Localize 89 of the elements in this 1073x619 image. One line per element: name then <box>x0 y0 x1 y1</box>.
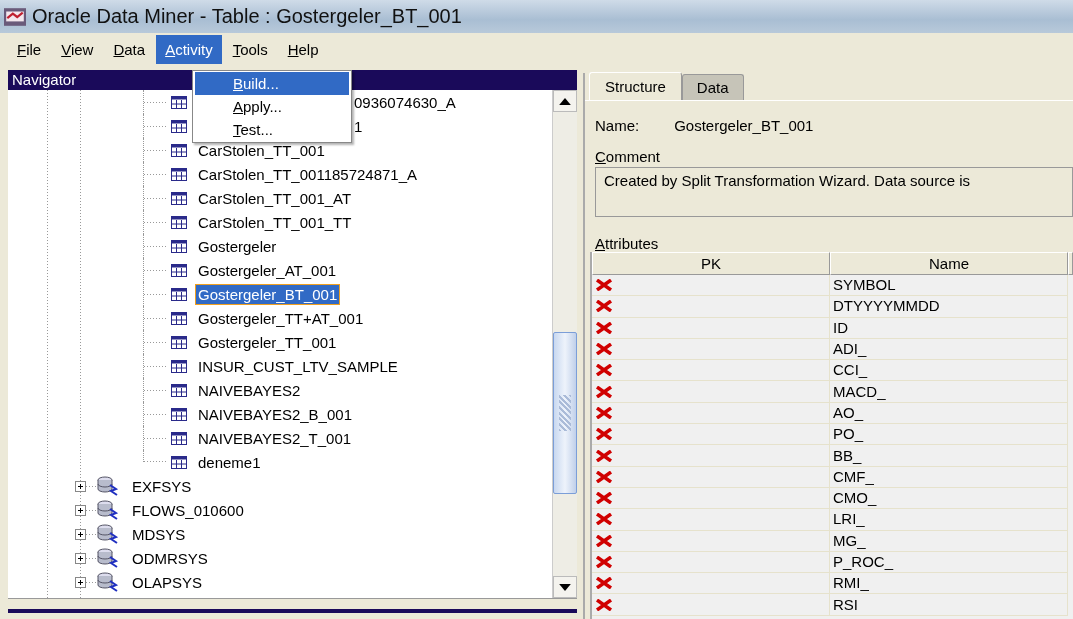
tree-item[interactable]: 1 <box>351 115 366 137</box>
table-icon <box>171 263 187 277</box>
table-icon <box>171 311 187 325</box>
expand-icon[interactable] <box>75 480 86 492</box>
menu-item[interactable]: Apply... <box>195 95 349 118</box>
tree-item[interactable]: Gostergeler <box>195 235 280 257</box>
table-icon <box>171 407 187 421</box>
database-icon <box>97 572 119 592</box>
tree-item[interactable]: CarStolen_TT_001_AT <box>195 187 355 209</box>
table-cell: MG_ <box>830 530 1068 552</box>
tree-item[interactable]: FLOWS_010600 <box>129 499 247 521</box>
window-title: Oracle Data Miner - Table : Gostergeler_BT_001 <box>32 5 462 28</box>
table-icon <box>171 239 187 253</box>
arrow-down-icon <box>559 583 571 591</box>
tab[interactable]: Data <box>681 74 744 100</box>
tree-item[interactable]: Gostergeler_TT_001 <box>195 331 340 353</box>
tree-item[interactable]: OLAPSYS <box>129 571 206 593</box>
scroll-thumb[interactable] <box>553 332 577 494</box>
tree-item[interactable]: NAIVEBAYES2_T_001 <box>195 427 355 449</box>
app-icon <box>4 7 26 26</box>
comment-field[interactable]: Created by Split Transformation Wizard. Data source is <box>595 167 1073 217</box>
tree-item[interactable]: NAIVEBAYES2 <box>195 379 304 401</box>
table-icon <box>171 359 187 373</box>
table-cell: ID <box>830 317 1068 339</box>
tree-item[interactable]: NAIVEBAYES2_B_001 <box>195 403 355 425</box>
tree-item[interactable]: Gostergeler_AT_001 <box>195 259 340 281</box>
table-cell: DTYYYYMMDD <box>830 296 1068 318</box>
name-label: Name: <box>595 117 640 134</box>
menu-item[interactable]: File <box>8 34 51 64</box>
attributes-label: Attributes <box>594 235 660 252</box>
table-cell: CMF_ <box>830 466 1068 488</box>
table-cell: CMO_ <box>830 487 1068 510</box>
tree-item[interactable]: INSUR_CUST_LTV_SAMPLE <box>195 355 401 377</box>
table-icon <box>171 167 187 181</box>
table-icon <box>171 287 187 301</box>
tree-item[interactable]: 0936074630_A <box>351 91 459 113</box>
table-cell: PO_ <box>830 424 1068 446</box>
table-icon <box>171 143 187 157</box>
menu-item[interactable]: Help <box>278 34 328 64</box>
scroll-up-button[interactable] <box>553 90 577 112</box>
table-cell: P_ROC_ <box>830 551 1068 574</box>
table-icon <box>171 455 187 469</box>
tab[interactable]: Structure <box>589 72 682 100</box>
tree-item[interactable]: Gostergeler_TT+AT_001 <box>195 307 367 329</box>
tree-item[interactable]: deneme1 <box>195 451 264 473</box>
table-cell: CCI_ <box>830 360 1068 382</box>
tree-item[interactable]: EXFSYS <box>129 475 195 497</box>
table-cell: BB_ <box>830 445 1068 467</box>
tree-item[interactable]: CarStolen_TT_001 <box>195 139 328 161</box>
arrow-up-icon <box>559 97 571 105</box>
table-icon <box>171 95 187 109</box>
menu-item[interactable]: Data <box>104 34 155 64</box>
table-cell: MACD_ <box>830 381 1068 403</box>
table-cell: AO_ <box>830 402 1068 425</box>
table-cell: LRI_ <box>830 509 1068 531</box>
database-icon <box>97 476 119 496</box>
database-icon <box>97 524 119 544</box>
menu-item[interactable]: Tools <box>223 34 277 64</box>
expand-icon[interactable] <box>75 552 86 564</box>
expand-icon[interactable] <box>75 576 86 588</box>
comment-label: Comment <box>594 148 662 165</box>
table-icon <box>171 431 187 445</box>
menu-item[interactable]: Activity <box>156 34 222 64</box>
menu-item[interactable]: Test... <box>195 118 349 141</box>
table-icon <box>171 215 187 229</box>
name-value: Gostergeler_BT_001 <box>674 117 814 134</box>
column-header[interactable]: Name <box>830 252 1068 275</box>
table-icon <box>171 335 187 349</box>
table-cell: RSI <box>830 594 1068 616</box>
menu-item[interactable]: View <box>52 34 103 64</box>
tree-item[interactable]: ODMRSYS <box>129 547 211 569</box>
table-cell: RMI_ <box>830 573 1068 595</box>
table-icon <box>171 119 187 133</box>
database-icon <box>97 500 119 520</box>
table-cell: SYMBOL <box>830 275 1068 297</box>
table-icon <box>171 191 187 205</box>
expand-icon[interactable] <box>75 504 86 516</box>
tree-item[interactable]: MDSYS <box>129 523 189 545</box>
menu-item[interactable]: Build... <box>195 72 349 95</box>
database-icon <box>97 548 119 568</box>
column-header[interactable]: PK <box>592 252 830 275</box>
tree-item[interactable]: CarStolen_TT_001185724871_A <box>195 163 421 185</box>
table-cell: ADI_ <box>830 338 1068 361</box>
table-icon <box>171 383 187 397</box>
expand-icon[interactable] <box>75 528 86 540</box>
scroll-down-button[interactable] <box>553 576 577 598</box>
tree-item[interactable]: CarStolen_TT_001_TT <box>195 211 355 233</box>
tree-item[interactable]: Gostergeler_BT_001 <box>195 283 341 305</box>
scrollbar[interactable] <box>552 90 577 598</box>
